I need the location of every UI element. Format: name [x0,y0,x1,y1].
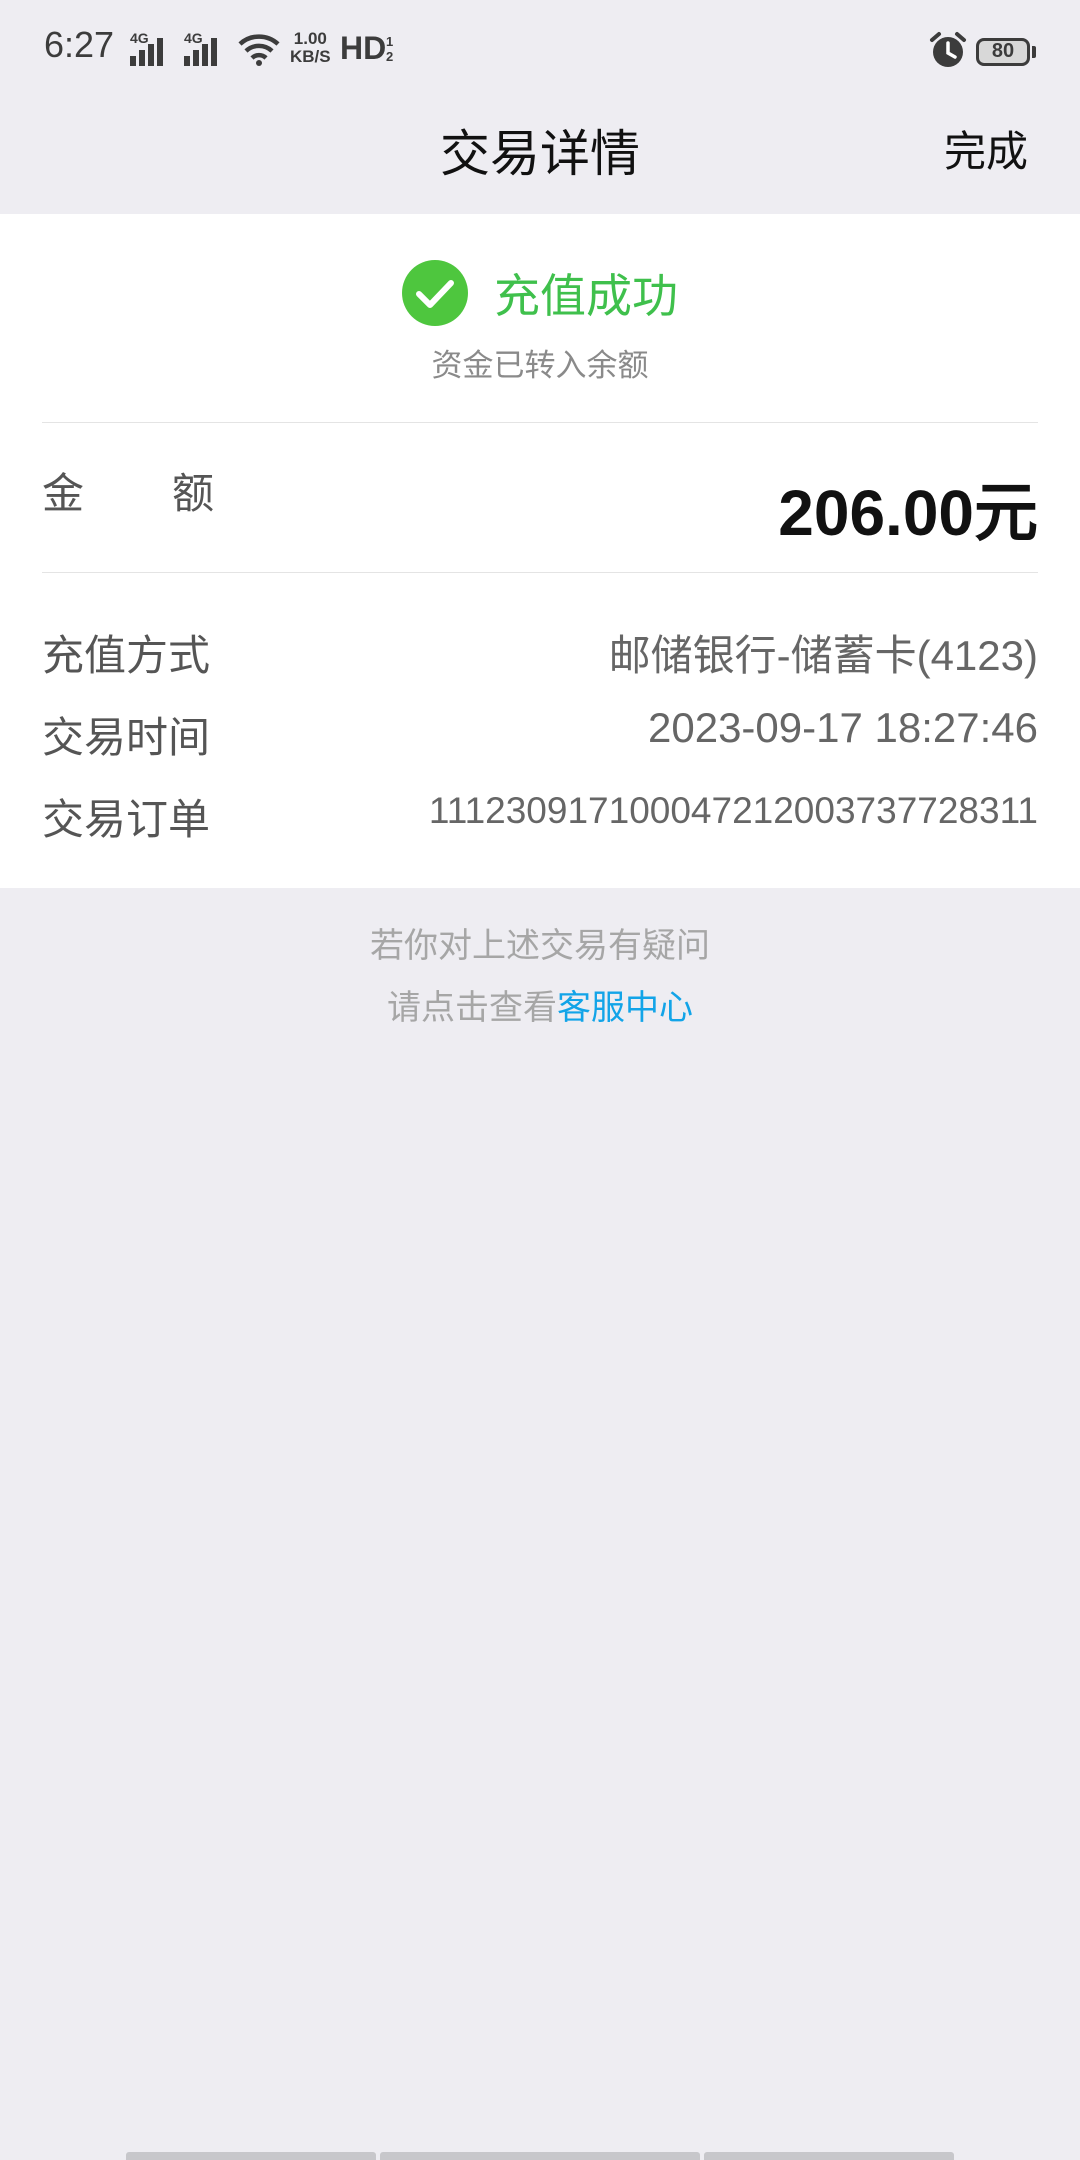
bottom-handle [380,2152,700,2160]
amount-value: 206.00元 [778,477,1038,551]
status-bar: 6:27 4G 4G 1.00 KB/S HD 1 2 80 [0,0,1080,104]
status-time: 6:27 [44,24,115,65]
time-label: 交易时间 [42,713,211,762]
method-label: 充值方式 [42,631,211,680]
help-text: 若你对上述交易有疑问 [370,926,710,966]
order-value: 111230917100047212003737728311 [428,790,1038,831]
divider [42,572,1038,573]
signal-icon: 4G [130,30,174,66]
order-label: 交易订单 [42,795,211,844]
done-button[interactable]: 完成 [944,118,1028,179]
hd-indicator: HD [340,30,387,66]
network-speed: 1.00 KB/S [290,29,331,66]
battery-tip [1032,46,1036,58]
success-header: 充值成功 [0,258,1080,328]
signal-label: 4G [184,30,203,46]
page-title: 交易详情 [440,125,640,183]
signal-icon: 4G [184,30,228,66]
amount-label: 金额 [42,469,215,518]
hd-sub: 1 2 [386,34,394,64]
battery-level: 80 [991,40,1015,62]
transaction-card: 充值成功 资金已转入余额 金额 206.00元 充值方式 邮储银行-储蓄卡(41… [0,214,1080,888]
success-status: 充值成功 [494,269,678,323]
signal-label: 4G [130,30,149,46]
time-value: 2023-09-17 18:27:46 [648,704,1038,751]
divider [42,422,1038,423]
bottom-handle [126,2152,376,2160]
method-value: 邮储银行-储蓄卡(4123) [608,632,1038,679]
success-check-icon [402,260,468,326]
bottom-handle [704,2152,954,2160]
battery-icon: 80 [976,38,1030,66]
alarm-icon [930,32,966,67]
wifi-icon [238,34,280,66]
customer-service-link[interactable]: 客服中心 [557,988,693,1028]
success-subtitle: 资金已转入余额 [431,348,649,384]
help-text-line2: 请点击查看客服中心 [387,988,693,1028]
